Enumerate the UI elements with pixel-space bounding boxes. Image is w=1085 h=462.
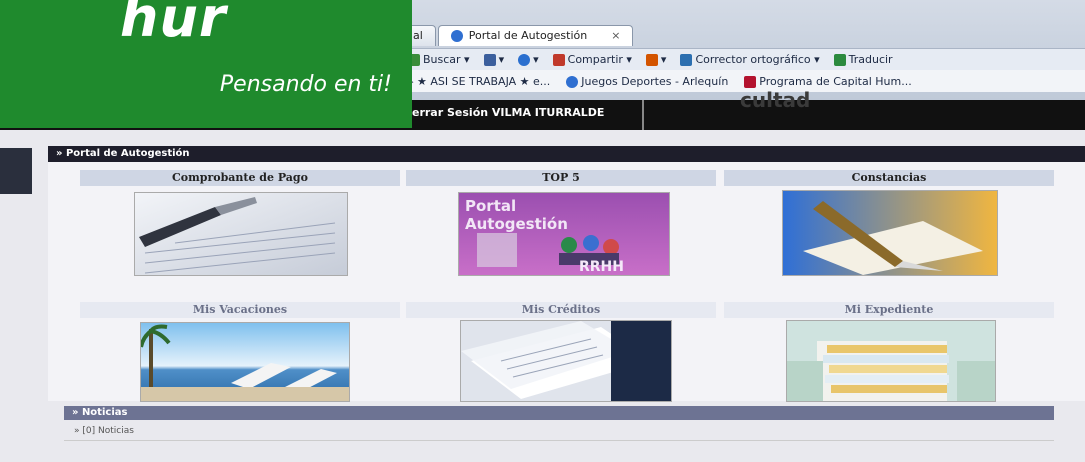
tab-strip: al Portal de Autogestión × <box>400 24 635 46</box>
documents-pen-image <box>783 191 997 275</box>
favorite-link[interactable]: Programa de Capital Hum... <box>744 75 912 88</box>
creditos-image[interactable] <box>460 320 672 402</box>
page-menu-button[interactable]: ▾ <box>483 53 504 66</box>
ie-icon <box>566 75 579 88</box>
favorite-link[interactable]: ▸ ★ ASI SE TRABAJA ★ e... <box>408 75 550 88</box>
comprobante-title[interactable]: Comprobante de Pago <box>80 170 400 186</box>
close-tab-icon[interactable]: × <box>611 26 620 46</box>
pen-paper-image <box>135 193 347 275</box>
share-button[interactable]: Compartir ▾ <box>552 53 632 66</box>
share-icon <box>552 54 565 66</box>
expediente-image[interactable] <box>786 320 996 402</box>
news-item[interactable]: » [0] Noticias <box>74 426 134 436</box>
addon-icon <box>645 54 658 66</box>
stacked-papers-image <box>461 321 671 401</box>
brand-name: hur <box>120 0 227 49</box>
constancias-image[interactable] <box>782 190 998 276</box>
page-icon <box>483 54 496 66</box>
constancias-title[interactable]: Constancias <box>724 170 1054 186</box>
vacaciones-image[interactable] <box>140 322 350 402</box>
brand-tagline: Pensando en ti! <box>219 72 392 97</box>
comprobante-image[interactable] <box>134 192 348 276</box>
spellcheck-icon <box>680 54 693 66</box>
top5-image[interactable]: Portal Autogestión RRHH <box>458 192 670 276</box>
top5-word-autogestion: Autogestión <box>465 215 568 233</box>
brand-logo: hur Pensando en ti! <box>0 0 412 128</box>
favorite-link[interactable]: Juegos Deportes - Arlequín <box>566 75 728 88</box>
site-icon <box>744 75 757 88</box>
top5-title[interactable]: TOP 5 <box>406 170 716 186</box>
top5-word-rrhh: RRHH <box>579 259 624 275</box>
browser-tab-portal[interactable]: Portal de Autogestión × <box>437 25 634 46</box>
expediente-title[interactable]: Mi Expediente <box>724 302 1054 318</box>
vacaciones-title[interactable]: Mis Vacaciones <box>80 302 400 318</box>
logout-link[interactable]: errar Sesión VILMA ITURRALDE <box>412 106 604 119</box>
tab-label: al <box>413 29 423 42</box>
portal-rrhh-image: Portal Autogestión RRHH <box>459 193 669 275</box>
beach-chairs-image <box>141 323 349 401</box>
tab-label: Portal de Autogestión <box>468 29 588 42</box>
translate-icon <box>833 54 846 66</box>
extra-menu-button[interactable]: ▾ <box>645 53 666 66</box>
tools-icon <box>518 54 531 66</box>
translate-button[interactable]: Traducir <box>833 53 893 66</box>
header-divider <box>642 100 644 130</box>
side-nav-block <box>0 148 32 194</box>
portal-title: » Portal de Autogestión <box>48 146 1085 162</box>
news-divider <box>64 440 1054 441</box>
top5-word-portal: Portal <box>465 197 516 215</box>
faculty-heading: cultad <box>740 88 811 112</box>
command-bar: Buscar ▾ ▾ ▾ Compartir ▾ ▾ Corrector ort… <box>400 48 1085 70</box>
creditos-title[interactable]: Mis Créditos <box>406 302 716 318</box>
portal-panel: » Portal de Autogestión Comprobante de P… <box>48 146 1085 402</box>
news-header: » Noticias <box>64 406 1054 420</box>
tools-menu-button[interactable]: ▾ <box>518 53 539 66</box>
file-folders-image <box>787 321 995 401</box>
search-button[interactable]: Buscar ▾ <box>408 53 470 66</box>
ie-icon <box>450 30 463 42</box>
spellcheck-button[interactable]: Corrector ortográfico ▾ <box>680 53 820 66</box>
